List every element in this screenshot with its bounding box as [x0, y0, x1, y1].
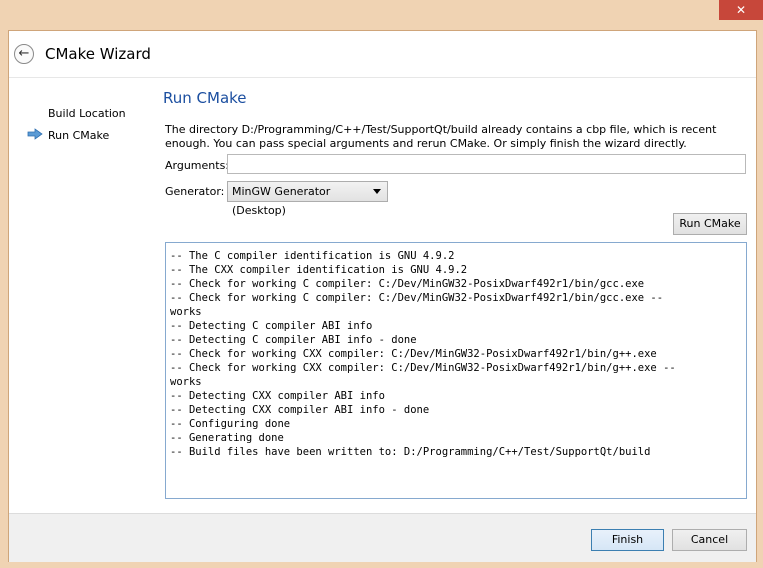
- log-line: -- Configuring done: [170, 418, 291, 430]
- wizard-header: ← CMake Wizard: [9, 31, 756, 78]
- generator-value: MinGW Generator (Desktop): [232, 185, 331, 217]
- log-line: -- Check for working CXX compiler: C:/De…: [170, 348, 657, 360]
- page-title: Run CMake: [163, 89, 247, 107]
- log-line: -- Check for working CXX compiler: C:/De…: [170, 362, 676, 374]
- log-line: -- Detecting C compiler ABI info - done: [170, 334, 417, 346]
- log-line: works: [170, 376, 202, 388]
- log-line: -- Generating done: [170, 432, 284, 444]
- arguments-label: Arguments:: [165, 159, 230, 172]
- close-icon: ✕: [735, 3, 747, 17]
- wizard-title: CMake Wizard: [45, 45, 151, 63]
- back-arrow-icon: ←: [18, 46, 30, 61]
- generator-label: Generator:: [165, 185, 225, 198]
- log-line: -- Detecting CXX compiler ABI info: [170, 390, 385, 402]
- log-line: -- Check for working C compiler: C:/Dev/…: [170, 278, 645, 290]
- generator-select[interactable]: MinGW Generator (Desktop): [227, 181, 388, 217]
- page-description: The directory D:/Programming/C++/Test/Su…: [165, 123, 717, 150]
- arguments-input[interactable]: [227, 154, 746, 174]
- log-line: -- The CXX compiler identification is GN…: [170, 264, 468, 276]
- cancel-button[interactable]: Cancel: [672, 529, 747, 551]
- cmake-output-log[interactable]: -- The C compiler identification is GNU …: [165, 242, 747, 499]
- sidebar-item-build-location: Build Location: [48, 107, 126, 120]
- log-line: -- Detecting C compiler ABI info: [170, 320, 373, 332]
- back-button[interactable]: ←: [14, 44, 34, 64]
- right-arrow-icon: [27, 128, 43, 140]
- close-button[interactable]: ✕: [719, 0, 763, 20]
- wizard-window: ✕ ← CMake Wizard Build Location Run CMak…: [0, 0, 763, 568]
- log-line: -- Check for working C compiler: C:/Dev/…: [170, 292, 664, 304]
- chevron-down-icon: [373, 189, 381, 194]
- run-cmake-button[interactable]: Run CMake: [673, 213, 747, 235]
- log-line: -- Detecting CXX compiler ABI info - don…: [170, 404, 430, 416]
- log-line: -- The C compiler identification is GNU …: [170, 250, 455, 262]
- log-line: -- Build files have been written to: D:/…: [170, 446, 651, 458]
- finish-button[interactable]: Finish: [591, 529, 664, 551]
- sidebar-item-run-cmake: Run CMake: [48, 129, 110, 142]
- log-line: works: [170, 306, 202, 318]
- finish-label: Finish: [611, 533, 644, 546]
- wizard-client: ← CMake Wizard Build Location Run CMake …: [8, 30, 757, 562]
